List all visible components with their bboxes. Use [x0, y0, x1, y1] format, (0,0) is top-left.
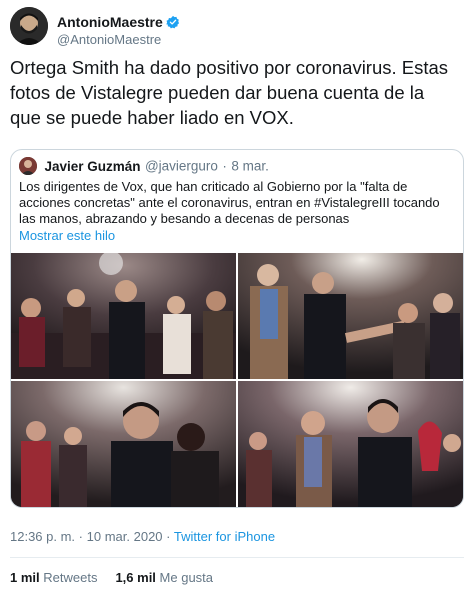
tweet-source-link[interactable]: Twitter for iPhone — [174, 529, 275, 544]
meta-separator: · — [78, 529, 84, 544]
tweet-meta: 12:36 p. m. · 10 mar. 2020 · Twitter for… — [10, 529, 275, 544]
quoted-tweet-text: Los dirigentes de Vox, que han criticado… — [19, 179, 440, 226]
likes-stat[interactable]: 1,6 mil Me gusta — [115, 570, 213, 585]
author-avatar[interactable] — [10, 7, 48, 45]
author-handle[interactable]: @AntonioMaestre — [57, 32, 161, 47]
likes-count: 1,6 mil — [115, 570, 156, 585]
tweet-stats: 1 mil Retweets 1,6 mil Me gusta — [10, 570, 213, 585]
media-grid — [11, 253, 463, 507]
tweet-text: Ortega Smith ha dado positivo por corona… — [10, 57, 449, 128]
divider-top — [10, 557, 464, 558]
quoted-tweet[interactable]: Javier Guzmán @javierguro · 8 mar. Los d… — [10, 149, 464, 508]
quoted-tweet-header: Javier Guzmán @javierguro · 8 mar. — [19, 157, 269, 177]
meta-separator-2: · — [166, 529, 171, 544]
author-name[interactable]: AntonioMaestre — [57, 14, 163, 30]
quoted-date: 8 mar. — [231, 158, 269, 174]
media-photo-1[interactable] — [11, 253, 236, 379]
tweet-time[interactable]: 12:36 p. m. — [10, 529, 75, 544]
show-thread-link[interactable]: Mostrar este hilo — [19, 228, 115, 243]
retweets-stat[interactable]: 1 mil Retweets — [10, 570, 97, 585]
quoted-author-handle: @javierguro — [144, 158, 218, 174]
media-photo-4[interactable] — [238, 381, 463, 507]
media-photo-3[interactable] — [11, 381, 236, 507]
quoted-separator: · — [222, 158, 227, 174]
tweet-header: AntonioMaestre @AntonioMaestre — [10, 7, 464, 49]
retweets-count: 1 mil — [10, 570, 40, 585]
media-photo-2[interactable] — [238, 253, 463, 379]
tweet-date[interactable]: 10 mar. 2020 — [87, 529, 163, 544]
retweets-label: Retweets — [43, 570, 98, 585]
verified-badge-icon — [166, 15, 179, 29]
quoted-author-name: Javier Guzmán — [44, 158, 141, 174]
author-name-row[interactable]: AntonioMaestre — [57, 14, 180, 30]
quoted-author-avatar — [19, 157, 37, 175]
likes-label: Me gusta — [159, 570, 214, 585]
